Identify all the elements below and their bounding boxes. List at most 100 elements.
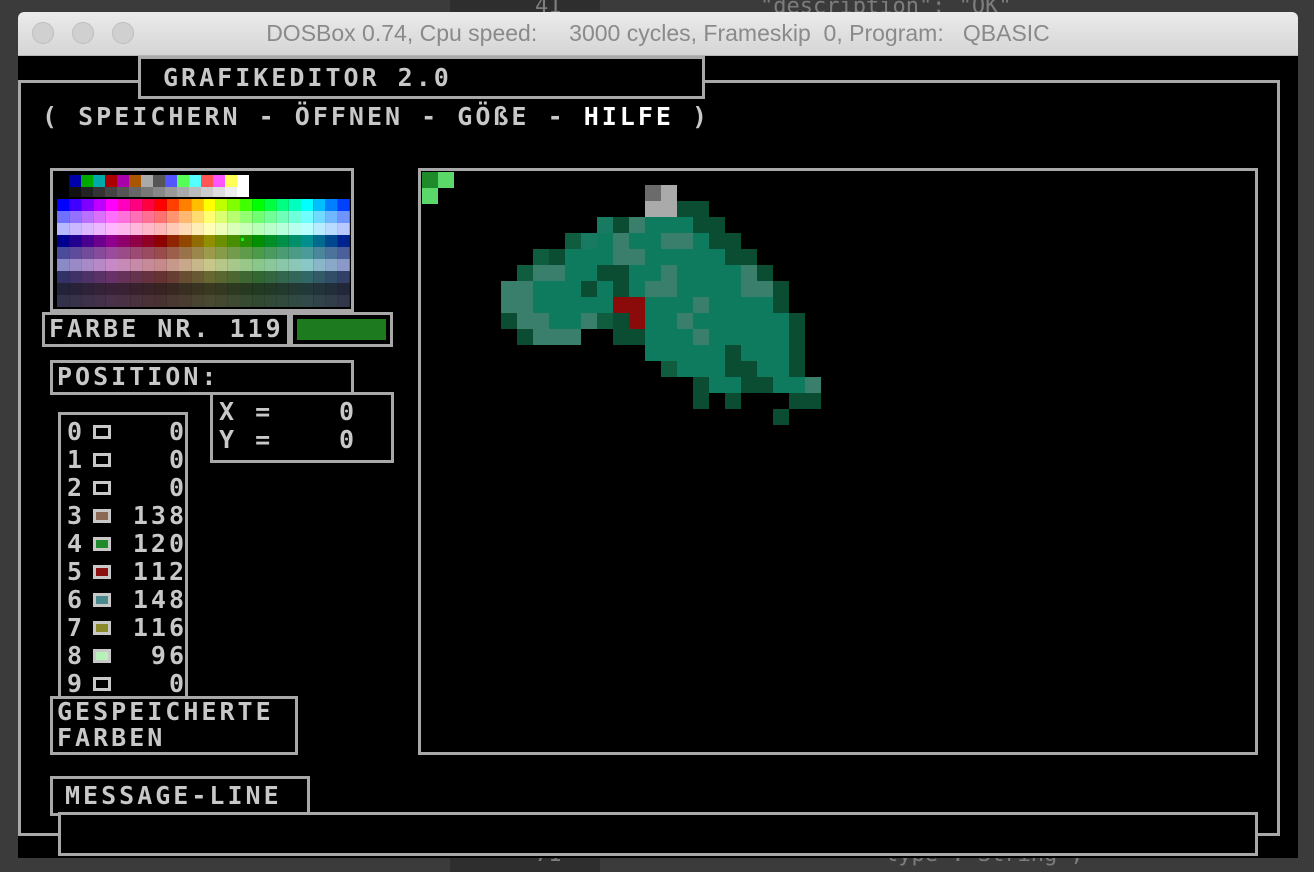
- sprite-pixel: [789, 361, 805, 377]
- palette-cell: [130, 259, 143, 271]
- palette-cell: [264, 235, 277, 247]
- palette-cell: [179, 199, 192, 211]
- saved-color-row[interactable]: 90: [67, 669, 187, 698]
- saved-color-row[interactable]: 8 96: [67, 641, 187, 670]
- x-value: 0: [339, 397, 358, 426]
- sprite-pixel: [565, 265, 581, 281]
- sprite-pixel: [597, 297, 613, 313]
- sprite-pixel: [709, 281, 725, 297]
- palette-cell: [142, 259, 155, 271]
- saved-color-row[interactable]: 7 116: [67, 613, 187, 642]
- palette-cell: [191, 295, 204, 307]
- palette-cell: [130, 247, 143, 259]
- palette-cell: [81, 223, 94, 235]
- sprite-pixel: [693, 233, 709, 249]
- sprite-pixel: [581, 281, 597, 297]
- palette-cell: [264, 295, 277, 307]
- sprite-pixel: [629, 217, 645, 233]
- palette-cell: [69, 223, 82, 235]
- selected-color-box: [290, 312, 393, 347]
- palette-cell: [93, 295, 106, 307]
- saved-color-index: 2: [67, 473, 86, 502]
- menu-size[interactable]: GÖßE: [457, 102, 529, 131]
- palette-cell: [69, 187, 81, 197]
- menu-open[interactable]: ÖFFNEN: [295, 102, 403, 131]
- sprite-pixel: [661, 345, 677, 361]
- menu-help[interactable]: HILFE: [584, 102, 674, 131]
- dos-screen: GRAFIKEDITOR 2.0 ( SPEICHERN - ÖFFNEN - …: [18, 56, 1298, 858]
- saved-color-index: 8: [67, 641, 86, 670]
- message-line-box: [58, 812, 1258, 856]
- window-titlebar[interactable]: DOSBox 0.74, Cpu speed: 3000 cycles, Fra…: [18, 12, 1298, 56]
- palette-cell: [118, 295, 131, 307]
- saved-color-row[interactable]: 00: [67, 417, 187, 446]
- palette-cell: [118, 283, 131, 295]
- sprite-pixel: [741, 361, 757, 377]
- palette-cell: [154, 247, 167, 259]
- palette-cell: [69, 271, 82, 283]
- palette-cell: [301, 211, 314, 223]
- palette-cell: [203, 211, 216, 223]
- palette-cell: [105, 187, 117, 197]
- palette-cell: [118, 271, 131, 283]
- palette-cell: [301, 223, 314, 235]
- palette-cell: [325, 247, 338, 259]
- sprite-pixel: [629, 249, 645, 265]
- sprite-pixel: [789, 393, 805, 409]
- palette-cell: [130, 211, 143, 223]
- palette-cell: [57, 223, 70, 235]
- palette-cell: [215, 247, 228, 259]
- sprite-pixel: [693, 313, 709, 329]
- palette-cell: [57, 175, 69, 187]
- palette-cell: [240, 247, 253, 259]
- palette-cell: [215, 271, 228, 283]
- saved-color-row[interactable]: 10: [67, 445, 187, 474]
- sprite-pixel: [613, 297, 629, 313]
- saved-color-row[interactable]: 20: [67, 473, 187, 502]
- sprite-pixel: [709, 345, 725, 361]
- palette-cell: [117, 187, 129, 197]
- sprite-pixel: [725, 233, 741, 249]
- saved-color-value: 116: [132, 613, 187, 642]
- palette-cell: [276, 235, 289, 247]
- palette-cell: [215, 211, 228, 223]
- saved-color-swatch: [93, 481, 111, 495]
- menu-close-paren: ): [692, 102, 711, 131]
- palette-cell: [81, 247, 94, 259]
- palette-cell: [227, 259, 240, 271]
- palette-cell: [276, 295, 289, 307]
- sprite-pixel: [581, 313, 597, 329]
- window-title: DOSBox 0.74, Cpu speed: 3000 cycles, Fra…: [266, 20, 1050, 46]
- palette-cell: [130, 295, 143, 307]
- saved-color-row[interactable]: 6 148: [67, 585, 187, 614]
- palette-cell: [57, 271, 70, 283]
- palette-cell: [203, 271, 216, 283]
- sprite-pixel: [709, 361, 725, 377]
- saved-color-row[interactable]: 3 138: [67, 501, 187, 530]
- palette-cell: [154, 199, 167, 211]
- saved-color-row[interactable]: 4 120: [67, 529, 187, 558]
- sprite-pixel: [789, 313, 805, 329]
- color-palette[interactable]: [53, 171, 351, 309]
- sprite-pixel: [645, 249, 661, 265]
- sprite-pixel: [629, 313, 645, 329]
- palette-cell: [154, 259, 167, 271]
- palette-cell: [337, 211, 350, 223]
- sprite-pixel: [549, 281, 565, 297]
- palette-cell: [240, 259, 253, 271]
- palette-cell: [93, 187, 105, 197]
- palette-cell: [154, 271, 167, 283]
- palette-cell: [325, 259, 338, 271]
- palette-cell: [240, 271, 253, 283]
- saved-color-row[interactable]: 5 112: [67, 557, 187, 586]
- palette-cell: [325, 271, 338, 283]
- menu-save[interactable]: SPEICHERN: [78, 102, 240, 131]
- palette-cell: [252, 295, 265, 307]
- palette-cell: [57, 187, 69, 197]
- sprite-pixel: [581, 297, 597, 313]
- drawing-canvas[interactable]: [418, 168, 1258, 755]
- palette-cell: [203, 283, 216, 295]
- saved-color-swatch: [93, 537, 111, 551]
- palette-cell: [288, 283, 301, 295]
- palette-cell: [57, 259, 70, 271]
